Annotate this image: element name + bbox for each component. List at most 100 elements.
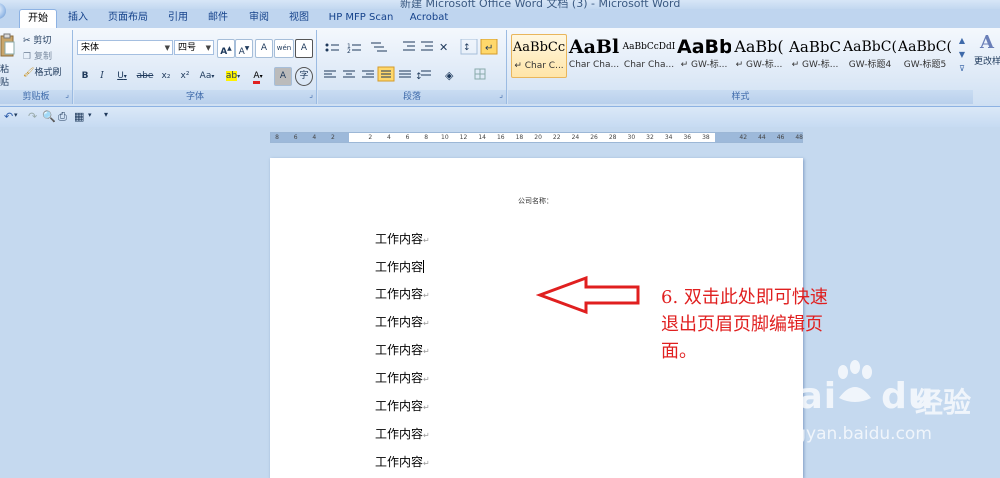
ruler-number: 4: [386, 134, 391, 141]
font-size-select[interactable]: 四号 ▼: [174, 40, 214, 55]
chevron-down-icon: ▼: [164, 44, 170, 52]
font-name-select[interactable]: 宋体 ▼: [77, 40, 173, 55]
ruler-number: 46: [776, 134, 785, 141]
ribbon: 粘贴 ✂ 剪切 ❐ 复制 🖌格式刷 剪贴板 ⌟ 宋体 ▼ 四号 ▼ A▲ A▼ A w…: [0, 28, 1000, 107]
svg-text:↕: ↕: [415, 72, 423, 82]
phonetic-guide-button[interactable]: wén: [274, 39, 294, 58]
tab-home[interactable]: 开始: [19, 9, 57, 29]
tab-hp-mfp-scan[interactable]: HP MFP Scan: [323, 9, 399, 28]
ruler-number: 6: [293, 134, 298, 141]
styles-group: AaBbCc ↵ Char C... AaBl Char Cha... AaBbCc…: [508, 30, 973, 104]
annotation-text: 6. 双击此处即可快速 退出页眉页脚编辑页 面。: [661, 287, 828, 362]
ribbon-tabs: 开始 插入 页面布局 引用 邮件 审阅 视图 HP MFP Scan Acrob…: [0, 3, 1000, 29]
style-item[interactable]: AaBb ↵ GW-标...: [677, 34, 731, 76]
dialog-launcher-icon[interactable]: ⌟: [309, 88, 313, 102]
clear-formatting-button[interactable]: A: [255, 39, 273, 58]
style-item[interactable]: AaBbC(GW-标题4: [843, 34, 897, 76]
bold-button[interactable]: B: [77, 67, 93, 86]
document-line[interactable]: 工作内容↵: [375, 313, 430, 330]
ruler-number: 36: [683, 134, 692, 141]
superscript-button[interactable]: x²: [176, 67, 194, 86]
document-line[interactable]: 工作内容↵: [375, 397, 430, 414]
ruler-number: 48: [795, 134, 803, 141]
copy-icon: ❐: [23, 52, 32, 62]
ruler-number: 30: [627, 134, 636, 141]
shrink-font-button[interactable]: A▼: [235, 39, 253, 58]
underline-button[interactable]: U▾: [111, 67, 133, 86]
style-item[interactable]: AaBbC(GW-标题5: [898, 34, 952, 76]
sort-icon: ↕: [460, 39, 478, 55]
horizontal-ruler[interactable]: 8 6 4 2 2 4 6 8 10 12 14 16 18 20 22 24 26 28 30 32 34 36 38 42…: [270, 132, 803, 143]
shading-icon: ◈: [445, 69, 454, 82]
print-icon[interactable]: ⎙: [58, 110, 67, 124]
character-shading-button[interactable]: A: [274, 67, 292, 86]
chevron-down-icon[interactable]: ▾: [14, 111, 18, 119]
ruler-number: 22: [552, 134, 561, 141]
grow-font-button[interactable]: A▲: [217, 39, 235, 58]
ruler-number: 20: [534, 134, 542, 141]
svg-text:↵: ↵: [485, 43, 493, 54]
clipboard-group-label: 剪贴板 ⌟: [0, 90, 72, 104]
ruler-number: 4: [312, 134, 317, 141]
document-line[interactable]: 工作内容↵: [375, 230, 430, 247]
document-line[interactable]: 工作内容↵: [375, 341, 430, 358]
tab-mailings[interactable]: 邮件: [200, 9, 236, 28]
styles-scroll[interactable]: ▲ ▼ ⊽: [957, 34, 967, 90]
page-header-text[interactable]: 公司名称：: [518, 196, 553, 206]
borders-icon: [474, 68, 486, 80]
chevron-down-icon[interactable]: ▾: [88, 111, 92, 119]
format-painter-button[interactable]: 🖌格式刷: [22, 64, 72, 83]
style-item[interactable]: AaBbC ↵ GW-标...: [788, 34, 842, 76]
font-name-value: 宋体: [81, 43, 100, 53]
print-preview-icon[interactable]: 🔍: [42, 110, 56, 123]
highlight-button[interactable]: ab▾: [221, 67, 245, 86]
numbering-icon: 12: [347, 43, 361, 55]
document-line[interactable]: 工作内容: [375, 258, 425, 275]
tab-insert[interactable]: 插入: [60, 9, 96, 28]
ruler-number: 14: [478, 134, 486, 141]
style-item[interactable]: AaBb(↵ GW-标...: [732, 34, 786, 76]
italic-button[interactable]: I: [94, 67, 110, 86]
baidu-jingyan-watermark: Bai du 经验 jingyan.baidu.com: [765, 360, 1000, 467]
dialog-launcher-icon[interactable]: ⌟: [65, 88, 69, 102]
character-border-button[interactable]: A: [295, 39, 313, 58]
change-styles-button[interactable]: A 更改样式: [974, 32, 1000, 92]
ruler-number: 8: [424, 134, 429, 141]
align-right-icon: [362, 70, 374, 78]
customize-toolbar-icon[interactable]: ▾: [104, 110, 108, 119]
change-case-button[interactable]: Aa▾: [195, 67, 219, 86]
font-color-button[interactable]: A▾: [246, 67, 270, 86]
paragraph-group: 12 ✕ ↕ ↵ ↕ ◈ 段落 ⌟: [318, 30, 507, 104]
redo-icon[interactable]: ↷: [28, 110, 37, 123]
annotation-arrow-icon: [536, 275, 640, 315]
paste-button[interactable]: 粘贴: [0, 32, 16, 88]
tab-review[interactable]: 审阅: [241, 9, 277, 28]
dialog-launcher-icon[interactable]: ⌟: [499, 88, 503, 102]
table-icon[interactable]: ▦: [74, 110, 84, 123]
show-formatting-icon: ↵: [480, 39, 498, 55]
document-line[interactable]: 工作内容↵: [375, 369, 430, 386]
enclose-characters-button[interactable]: 字: [295, 67, 313, 86]
style-item[interactable]: AaBbCcDdI Char Cha...: [622, 34, 676, 76]
svg-text:↕: ↕: [463, 43, 471, 53]
multilevel-list-icon: [371, 42, 387, 52]
undo-icon[interactable]: ↶: [4, 110, 13, 123]
bullets-icon: [325, 43, 339, 52]
increase-indent-icon: [421, 41, 433, 51]
style-item[interactable]: AaBl Char Cha...: [567, 34, 621, 76]
strikethrough-button[interactable]: abe: [134, 67, 156, 86]
document-line[interactable]: 工作内容↵: [375, 285, 430, 302]
document-line[interactable]: 工作内容↵: [375, 425, 430, 442]
style-item[interactable]: AaBbCc ↵ Char C...: [511, 34, 567, 78]
tab-references[interactable]: 引用: [160, 9, 196, 28]
quick-access-toolbar: ↶ ▾ ↷ 🔍 ⎙ ▦ ▾ ▾: [0, 107, 1000, 127]
chevron-down-icon: ▼: [205, 44, 211, 52]
subscript-button[interactable]: x₂: [157, 67, 175, 86]
tab-page-layout[interactable]: 页面布局: [101, 9, 155, 28]
document-line[interactable]: 工作内容↵: [375, 453, 430, 470]
text-cursor: [423, 260, 425, 273]
ruler-number: 34: [664, 134, 673, 141]
brush-icon: 🖌: [23, 68, 35, 78]
tab-view[interactable]: 视图: [281, 9, 317, 28]
tab-acrobat[interactable]: Acrobat: [404, 9, 454, 28]
